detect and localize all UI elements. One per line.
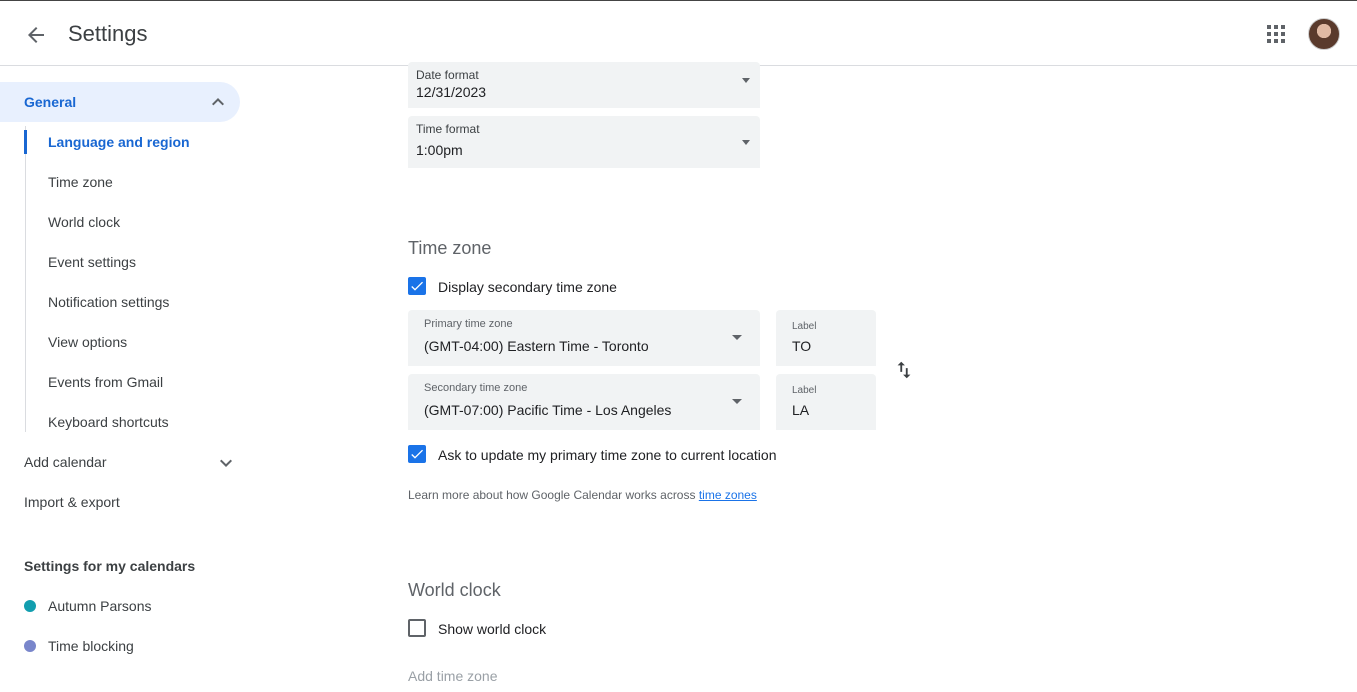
calendar-color-dot	[24, 640, 36, 652]
calendar-item-label: Time blocking	[48, 638, 134, 654]
sidebar-item-time-zone[interactable]: Time zone	[48, 174, 113, 190]
settings-sidebar: General Language and region Time zone Wo…	[0, 66, 270, 692]
display-secondary-tz-checkbox[interactable]	[408, 277, 426, 295]
arrow-back-icon	[28, 27, 44, 43]
check-icon	[411, 281, 423, 291]
nav-import-export[interactable]: Import & export	[24, 494, 120, 510]
primary-tz-value: (GMT-04:00) Eastern Time - Toronto	[424, 338, 649, 354]
primary-tz-tag-label: Label	[792, 321, 817, 332]
dropdown-arrow-icon	[732, 335, 742, 340]
secondary-tz-tag-value: LA	[792, 402, 810, 418]
calendar-item-time-blocking[interactable]: Time blocking	[24, 638, 134, 654]
secondary-time-zone-select[interactable]: Secondary time zone (GMT-07:00) Pacific …	[408, 374, 760, 430]
ask-update-tz-label: Ask to update my primary time zone to cu…	[438, 447, 777, 463]
nav-add-calendar-label: Add calendar	[24, 454, 107, 470]
time-zone-helper-text: Learn more about how Google Calendar wor…	[408, 488, 757, 502]
dropdown-arrow-icon	[742, 78, 750, 83]
swap-time-zones-button[interactable]	[888, 354, 920, 386]
nav-general[interactable]: General	[0, 82, 240, 122]
check-icon	[411, 449, 423, 459]
swap-vertical-icon	[897, 361, 911, 379]
show-world-clock-checkbox[interactable]	[408, 619, 426, 637]
sidebar-item-language-and-region[interactable]: Language and region	[48, 134, 190, 150]
nav-general-label: General	[24, 94, 77, 110]
world-clock-heading: World clock	[408, 580, 501, 600]
page-title: Settings	[68, 21, 148, 46]
chevron-up-icon	[212, 98, 224, 106]
time-zone-heading: Time zone	[408, 238, 492, 258]
calendar-color-dot	[24, 600, 36, 612]
date-format-select[interactable]: Date format 12/31/2023	[408, 62, 760, 108]
account-avatar[interactable]	[1308, 18, 1340, 50]
ask-update-tz-checkbox[interactable]	[408, 445, 426, 463]
dropdown-arrow-icon	[732, 399, 742, 404]
subnav-active-indicator	[24, 130, 27, 154]
time-format-value: 1:00pm	[416, 142, 463, 158]
time-zones-link[interactable]: time zones	[699, 488, 757, 502]
calendar-item-autumn-parsons[interactable]: Autumn Parsons	[24, 598, 152, 614]
chevron-down-icon	[220, 459, 232, 467]
sidebar-item-notification-settings[interactable]: Notification settings	[48, 294, 169, 310]
primary-tz-label: Primary time zone	[424, 318, 513, 330]
primary-tz-label-input[interactable]: Label TO	[776, 310, 876, 366]
display-secondary-tz-label: Display secondary time zone	[438, 279, 617, 295]
show-world-clock-label: Show world clock	[438, 621, 547, 637]
back-button[interactable]	[16, 15, 56, 55]
secondary-tz-label-input[interactable]: Label LA	[776, 374, 876, 430]
sidebar-item-event-settings[interactable]: Event settings	[48, 254, 136, 270]
secondary-tz-tag-label: Label	[792, 385, 817, 396]
add-time-zone-button[interactable]: Add time zone	[408, 668, 498, 684]
secondary-tz-value: (GMT-07:00) Pacific Time - Los Angeles	[424, 402, 672, 418]
my-calendars-heading: Settings for my calendars	[24, 558, 196, 574]
primary-time-zone-select[interactable]: Primary time zone (GMT-04:00) Eastern Ti…	[408, 310, 760, 366]
time-format-label: Time format	[416, 122, 480, 136]
sidebar-item-keyboard-shortcuts[interactable]: Keyboard shortcuts	[48, 414, 169, 430]
date-format-label: Date format	[416, 68, 479, 82]
primary-tz-tag-value: TO	[792, 338, 812, 354]
time-format-select[interactable]: Time format 1:00pm	[408, 116, 760, 168]
sidebar-item-events-from-gmail[interactable]: Events from Gmail	[48, 374, 163, 390]
sidebar-item-world-clock[interactable]: World clock	[48, 214, 120, 230]
dropdown-arrow-icon	[742, 140, 750, 145]
top-bar: Settings	[0, 0, 1357, 66]
helper-text: Learn more about how Google Calendar wor…	[408, 488, 699, 502]
apps-button[interactable]	[1258, 16, 1294, 52]
date-format-value: 12/31/2023	[416, 84, 487, 100]
sidebar-item-view-options[interactable]: View options	[48, 334, 127, 350]
apps-grid-icon	[1267, 25, 1285, 43]
subnav-line	[25, 126, 26, 432]
calendar-item-label: Autumn Parsons	[48, 598, 152, 614]
nav-add-calendar[interactable]: Add calendar	[24, 454, 232, 470]
secondary-tz-label: Secondary time zone	[424, 382, 528, 394]
